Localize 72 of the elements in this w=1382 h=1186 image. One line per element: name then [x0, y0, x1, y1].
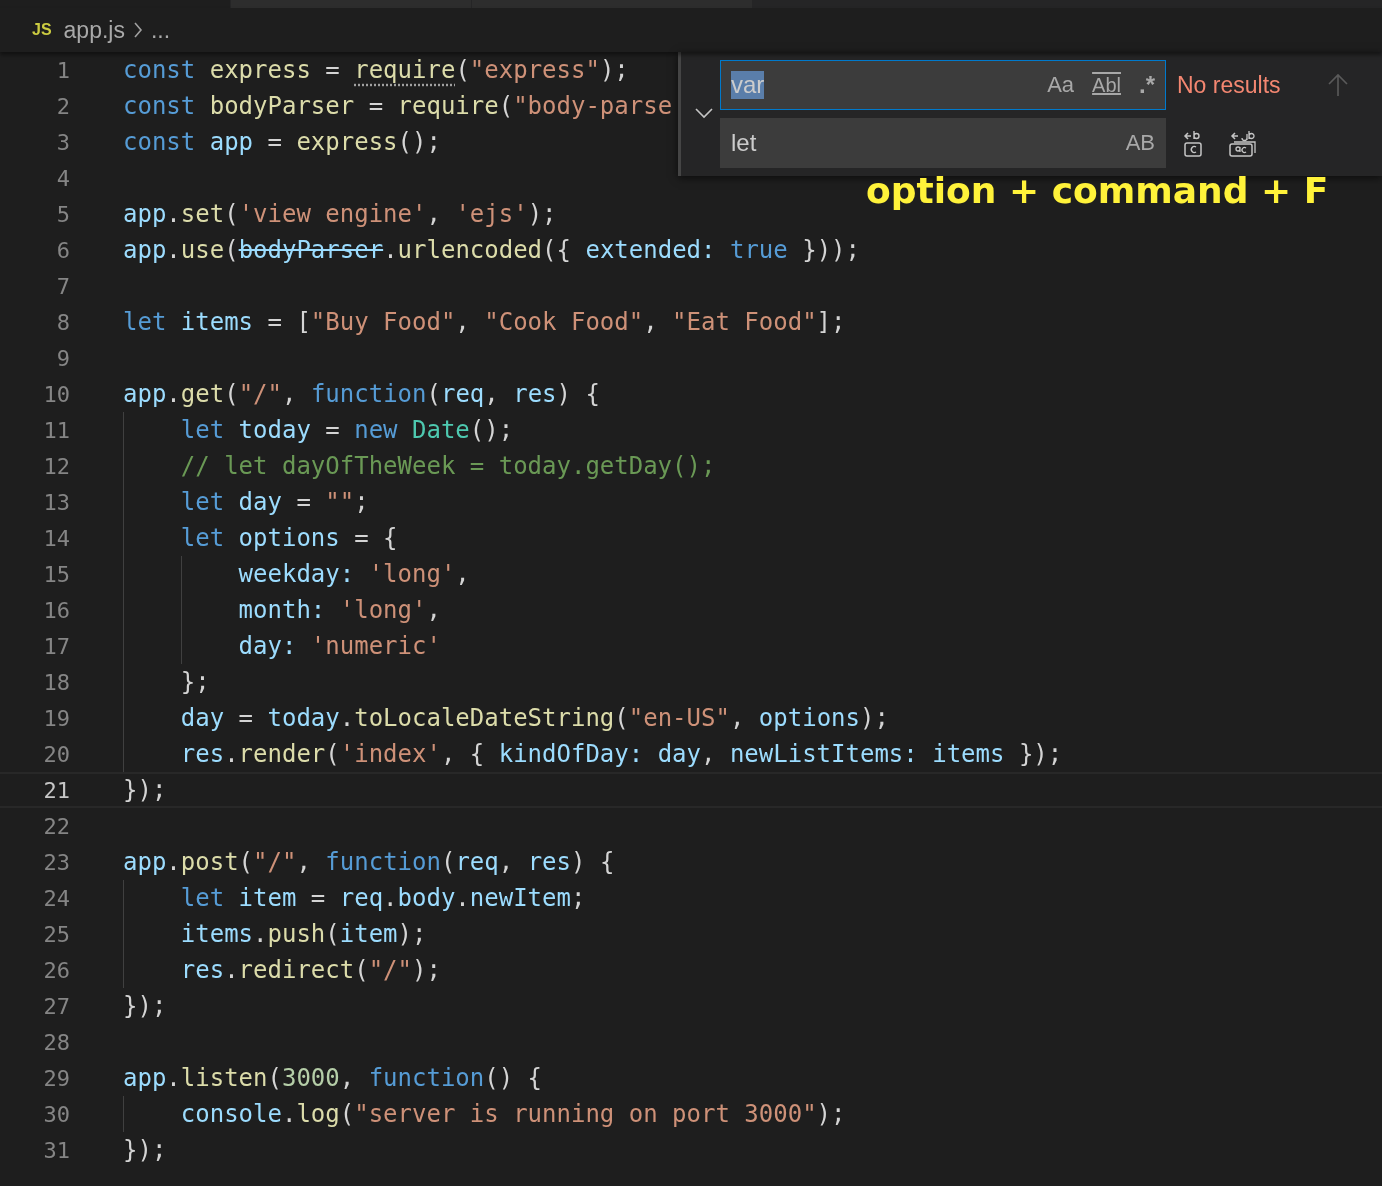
code-line: let item = req.body.newItem; — [179, 883, 586, 913]
code-line: res.redirect("/"); — [179, 955, 441, 985]
line-number: 19 — [42, 705, 70, 731]
line-number: 21 — [42, 777, 70, 803]
replace-field[interactable]: let AB — [720, 118, 1166, 168]
breadcrumb-file[interactable]: app.js — [63, 16, 125, 44]
js-file-icon: JS — [32, 21, 52, 39]
line-number: 9 — [55, 345, 70, 371]
search-option-toggle[interactable]: Abl — [1090, 73, 1123, 97]
code-line: const express = require("express"); — [123, 55, 629, 85]
line-number: 20 — [42, 741, 70, 767]
code-line: }); — [123, 775, 167, 805]
code-line: day = today.toLocaleDateString("en-US", options); — [179, 703, 889, 733]
line-number: 24 — [42, 885, 70, 911]
code-line: }; — [179, 667, 210, 697]
search-option-toggle[interactable]: .* — [1137, 71, 1157, 99]
replace-all-icon[interactable] — [1228, 128, 1258, 158]
search-option-toggle[interactable]: Aa — [1045, 72, 1077, 98]
line-number: 29 — [42, 1065, 70, 1091]
chevron-right-icon — [132, 21, 143, 39]
code-line: let items = ["Buy Food", "Cook Food", "Eat Food"]; — [123, 307, 846, 337]
line-number: 25 — [42, 921, 70, 947]
code-line: day: 'numeric' — [237, 631, 441, 661]
line-number: 30 — [42, 1101, 70, 1127]
line-number: 1 — [55, 57, 70, 83]
line-number: 7 — [55, 273, 70, 299]
line-number: 22 — [42, 813, 70, 839]
line-number: 17 — [42, 633, 70, 659]
code-line: items.push(item); — [179, 919, 427, 949]
line-number: 26 — [42, 957, 70, 983]
code-line: app.post("/", function(req, res) { — [123, 847, 615, 877]
line-number: 28 — [42, 1029, 70, 1055]
code-line: app.use(bodyParser.urlencoded({ extended: true })); — [123, 235, 860, 265]
shortcut-annotation: option + command + F — [866, 170, 1329, 211]
line-number: 14 — [42, 525, 70, 551]
line-number: 5 — [55, 201, 70, 227]
search-status: No results — [1177, 71, 1282, 99]
line-number: 23 — [42, 849, 70, 875]
line-number: 12 — [42, 453, 70, 479]
code-line: app.get("/", function(req, res) { — [123, 379, 600, 409]
code-line: }); — [123, 991, 167, 1021]
line-number: 18 — [42, 669, 70, 695]
breadcrumb-more[interactable]: ... — [150, 16, 171, 44]
code-line: console.log("server is running on port 3000"); — [179, 1099, 846, 1129]
chevron-down-icon[interactable] — [694, 107, 714, 119]
code-line: app.listen(3000, function() { — [123, 1063, 543, 1093]
line-number: 31 — [42, 1137, 70, 1163]
code-line: let day = ""; — [179, 487, 369, 517]
line-number: 27 — [42, 993, 70, 1019]
code-line: const bodyParser = require("body-parse — [123, 91, 673, 121]
code-line: }); — [123, 1135, 167, 1165]
preserve-case-toggle[interactable]: AB — [1123, 130, 1157, 156]
replace-icon[interactable] — [1182, 128, 1204, 158]
line-number: 6 — [55, 237, 70, 263]
line-number: 11 — [42, 417, 70, 443]
code-line: // let dayOfTheWeek = today.getDay(); — [179, 451, 716, 481]
line-number: 16 — [42, 597, 70, 623]
line-number: 2 — [55, 93, 70, 119]
line-number: 10 — [42, 381, 70, 407]
find-field[interactable]: var Aa Abl .* — [720, 60, 1166, 110]
line-number: 13 — [42, 489, 70, 515]
code-line: const app = express(); — [123, 127, 441, 157]
code-line: app.set('view engine', 'ejs'); — [123, 199, 557, 229]
code-line: res.render('index', { kindOfDay: day, newListItems: items }); — [179, 739, 1063, 769]
line-number: 8 — [55, 309, 70, 335]
code-line: let today = new Date(); — [179, 415, 514, 445]
line-number: 3 — [55, 129, 70, 155]
code-line: let options = { — [179, 523, 398, 553]
code-line: weekday: 'long', — [237, 559, 470, 589]
code-line: month: 'long', — [237, 595, 441, 625]
line-number: 15 — [42, 561, 70, 587]
line-number: 4 — [55, 165, 70, 191]
